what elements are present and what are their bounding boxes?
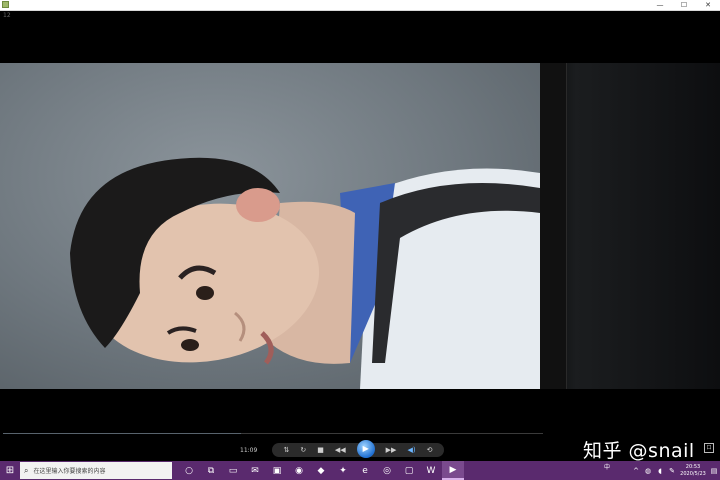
notifications-icon[interactable]: ▤	[708, 467, 720, 475]
repeat-icon[interactable]: ⇅	[284, 443, 290, 457]
play-icon[interactable]: ▶	[356, 440, 375, 458]
cortana-icon[interactable]: ○	[178, 461, 200, 480]
prev-icon[interactable]: ◀◀	[335, 443, 346, 457]
video-content	[70, 157, 540, 389]
title-bar: — ☐ ✕	[0, 0, 720, 11]
door-edge	[540, 63, 567, 389]
watermark-badge: 口	[704, 443, 714, 453]
clock-date: 2020/5/23	[680, 470, 706, 477]
door-panel	[540, 63, 720, 389]
windows-start-icon[interactable]: ⊞	[0, 461, 20, 480]
word-icon[interactable]: W	[420, 461, 442, 480]
clock-time: 20:53	[685, 463, 701, 470]
pen-icon[interactable]: ✎	[666, 467, 678, 475]
next-icon[interactable]: ▶▶	[386, 443, 397, 457]
task-view-icon[interactable]: ⧉	[200, 461, 222, 480]
seek-bar[interactable]	[3, 433, 543, 434]
app-icon-3[interactable]: ▢	[398, 461, 420, 480]
store-icon[interactable]: ▣	[266, 461, 288, 480]
video-viewport[interactable]	[0, 63, 720, 389]
chevron-up-icon[interactable]: ^	[630, 467, 642, 475]
app-icon	[2, 1, 9, 8]
network-icon[interactable]: ◍	[642, 467, 654, 475]
ime-indicator[interactable]: 中	[604, 462, 610, 471]
search-input[interactable]: 在这里输入你要搜索的内容	[33, 466, 105, 475]
video-player-icon[interactable]: ▶	[442, 461, 464, 480]
system-tray: ^ ◍ ◖ ✎ 20:53 2020/5/23 ▤	[630, 461, 720, 480]
taskbar-search[interactable]: ⌕ 在这里输入你要搜索的内容	[20, 462, 172, 479]
player-controls: ⇅ ↻ ■ ◀◀ ▶ ▶▶ ◀) ⟲	[272, 440, 444, 458]
app-icon-1[interactable]: ◆	[310, 461, 332, 480]
corner-tag: 12	[3, 12, 11, 19]
minimize-button[interactable]: —	[654, 0, 666, 10]
volume-icon[interactable]: ◀)	[407, 443, 415, 457]
wechat-icon[interactable]: ◉	[288, 461, 310, 480]
search-icon: ⌕	[24, 465, 29, 475]
mail-icon[interactable]: ✉	[244, 461, 266, 480]
edge-icon[interactable]: e	[354, 461, 376, 480]
close-button[interactable]: ✕	[702, 0, 714, 10]
settings-icon[interactable]: ⟲	[427, 443, 433, 457]
taskbar: ⊞ ⌕ 在这里输入你要搜索的内容 ○ ⧉ ▭ ✉ ▣ ◉ ◆ ✦ e ◎ ▢ W…	[0, 461, 720, 480]
refresh-icon[interactable]: ↻	[300, 443, 306, 457]
clock[interactable]: 20:53 2020/5/23	[678, 464, 708, 478]
video-frame	[0, 63, 540, 389]
taskbar-apps: ○ ⧉ ▭ ✉ ▣ ◉ ◆ ✦ e ◎ ▢ W ▶	[178, 461, 464, 480]
seek-bar-fill	[3, 433, 241, 434]
chrome-icon[interactable]: ◎	[376, 461, 398, 480]
playback-time: 11:09	[240, 447, 258, 454]
file-explorer-icon[interactable]: ▭	[222, 461, 244, 480]
app-icon-2[interactable]: ✦	[332, 461, 354, 480]
window-controls: — ☐ ✕	[654, 0, 714, 10]
volume-tray-icon[interactable]: ◖	[654, 467, 666, 475]
watermark-text: 知乎 @snail	[583, 440, 695, 462]
maximize-button[interactable]: ☐	[678, 0, 690, 10]
stop-icon[interactable]: ■	[317, 443, 324, 457]
